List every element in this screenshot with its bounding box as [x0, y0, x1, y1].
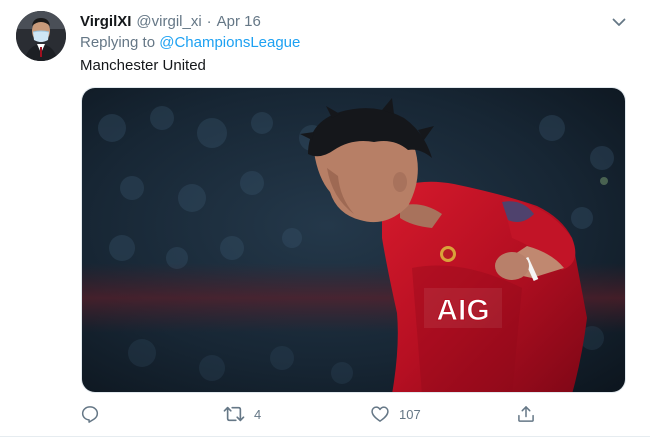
separator-dot: · [206, 12, 212, 30]
tweet-media[interactable]: AIG [81, 87, 626, 393]
display-name[interactable]: VirgilXI [80, 13, 131, 30]
heart-icon [371, 406, 389, 422]
like-button[interactable]: 107 [370, 400, 421, 428]
retweet-icon [223, 406, 245, 422]
like-count: 107 [399, 406, 421, 422]
retweet-button[interactable]: 4 [223, 400, 261, 428]
shirt-sponsor-text: AIG [436, 294, 489, 327]
tweet-actions: 4 107 [80, 400, 550, 428]
more-options-button[interactable] [609, 12, 629, 32]
share-button[interactable] [516, 400, 536, 428]
replying-prefix: Replying to [80, 34, 160, 51]
user-handle[interactable]: @virgil_xi [136, 13, 201, 30]
reply-button[interactable] [80, 400, 100, 428]
retweet-count: 4 [254, 406, 262, 422]
replying-to: Replying to @ChampionsLeague [80, 34, 300, 51]
tweet-date[interactable]: Apr 16 [217, 13, 261, 30]
tweet-card: VirgilXI @virgil_xi · Apr 16 Replying to… [0, 0, 650, 437]
reply-icon [81, 406, 99, 423]
avatar[interactable] [16, 11, 66, 61]
replying-to-mention[interactable]: @ChampionsLeague [159, 34, 300, 51]
avatar-image [16, 11, 66, 61]
share-icon [518, 406, 534, 422]
chevron-down-icon [612, 18, 626, 26]
tweet-header: VirgilXI @virgil_xi · Apr 16 [80, 10, 261, 32]
media-image: AIG [82, 88, 625, 392]
tweet-text: Manchester United [80, 57, 206, 74]
